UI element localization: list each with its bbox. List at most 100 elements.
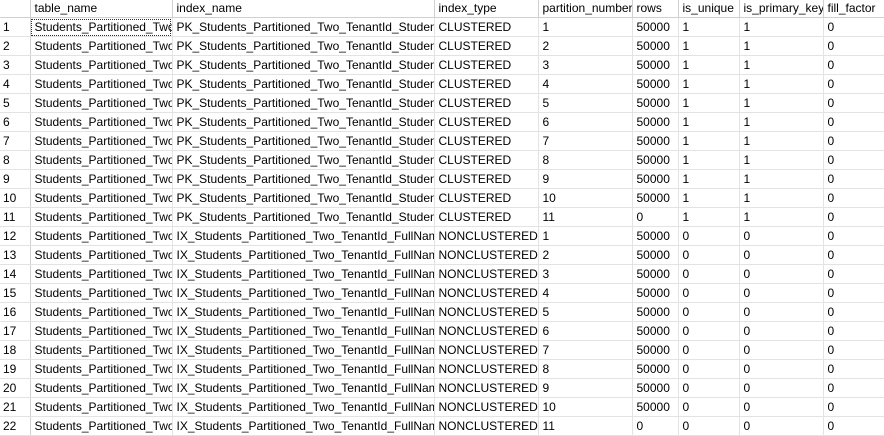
cell-rows[interactable]: 50000 (632, 17, 679, 37)
cell-index-type[interactable]: NONCLUSTERED (434, 245, 539, 265)
row-number-cell[interactable]: 7 (0, 131, 31, 151)
table-row[interactable]: 18 Students_Partitioned_Two IX_Students_Pa… (0, 340, 884, 360)
table-row[interactable]: 13 Students_Partitioned_Two IX_Students_Pa… (0, 245, 884, 265)
cell-is-unique[interactable]: 1 (678, 169, 740, 189)
cell-index-type[interactable]: NONCLUSTERED (434, 226, 539, 246)
row-number-cell[interactable]: 6 (0, 112, 31, 132)
cell-partition-number[interactable]: 10 (538, 397, 633, 417)
cell-rows[interactable]: 50000 (632, 283, 679, 303)
cell-table-name[interactable]: Students_Partitioned_Two (30, 245, 173, 265)
cell-is-primary-key[interactable]: 0 (739, 302, 824, 322)
cell-index-type[interactable]: CLUSTERED (434, 55, 539, 75)
cell-rows[interactable]: 50000 (632, 150, 679, 170)
cell-partition-number[interactable]: 8 (538, 150, 633, 170)
cell-is-primary-key[interactable]: 1 (739, 150, 824, 170)
table-row[interactable]: 7 Students_Partitioned_Two PK_Students_Par… (0, 131, 884, 151)
cell-rows[interactable]: 50000 (632, 226, 679, 246)
cell-index-name[interactable]: PK_Students_Partitioned_Two_TenantId_Stu… (172, 112, 435, 132)
table-row[interactable]: 10 Students_Partitioned_Two PK_Students_Pa… (0, 188, 884, 208)
table-row[interactable]: 21 Students_Partitioned_Two IX_Students_Pa… (0, 397, 884, 417)
cell-is-unique[interactable]: 0 (678, 340, 740, 360)
cell-index-name[interactable]: IX_Students_Partitioned_Two_TenantId_Ful… (172, 226, 435, 246)
cell-is-unique[interactable]: 1 (678, 207, 740, 227)
table-row[interactable]: 15 Students_Partitioned_Two IX_Students_Pa… (0, 283, 884, 303)
column-header-table-name[interactable]: table_name (30, 0, 173, 18)
row-number-cell[interactable]: 19 (0, 359, 31, 379)
row-number-cell[interactable]: 20 (0, 378, 31, 398)
cell-table-name[interactable]: Students_Partitioned_Two (30, 226, 173, 246)
results-grid[interactable]: table_name index_name index_type partiti… (0, 0, 884, 436)
cell-partition-number[interactable]: 3 (538, 55, 633, 75)
cell-index-type[interactable]: CLUSTERED (434, 93, 539, 113)
cell-table-name[interactable]: Students_Partitioned_Two (30, 397, 173, 417)
cell-partition-number[interactable]: 4 (538, 283, 633, 303)
cell-partition-number[interactable]: 10 (538, 188, 633, 208)
cell-is-primary-key[interactable]: 1 (739, 207, 824, 227)
cell-index-name[interactable]: PK_Students_Partitioned_Two_TenantId_Stu… (172, 36, 435, 56)
cell-index-name[interactable]: IX_Students_Partitioned_Two_TenantId_Ful… (172, 245, 435, 265)
cell-is-unique[interactable]: 1 (678, 112, 740, 132)
row-number-cell[interactable]: 5 (0, 93, 31, 113)
table-row[interactable]: 9 Students_Partitioned_Two PK_Students_Par… (0, 169, 884, 189)
cell-index-type[interactable]: NONCLUSTERED (434, 359, 539, 379)
cell-table-name[interactable]: Students_Partitioned_Two (30, 55, 173, 75)
corner-cell[interactable] (0, 0, 31, 18)
cell-index-type[interactable]: NONCLUSTERED (434, 283, 539, 303)
table-row[interactable]: 14 Students_Partitioned_Two IX_Students_Pa… (0, 264, 884, 284)
cell-index-type[interactable]: NONCLUSTERED (434, 302, 539, 322)
cell-index-name[interactable]: PK_Students_Partitioned_Two_TenantId_Stu… (172, 207, 435, 227)
cell-fill-factor[interactable]: 0 (823, 416, 884, 436)
cell-fill-factor[interactable]: 0 (823, 188, 884, 208)
cell-index-name[interactable]: PK_Students_Partitioned_Two_TenantId_Stu… (172, 74, 435, 94)
cell-is-unique[interactable]: 0 (678, 378, 740, 398)
cell-index-type[interactable]: CLUSTERED (434, 131, 539, 151)
cell-index-name[interactable]: PK_Students_Partitioned_Two_TenantId_Stu… (172, 55, 435, 75)
cell-index-name[interactable]: IX_Students_Partitioned_Two_TenantId_Ful… (172, 397, 435, 417)
cell-is-unique[interactable]: 1 (678, 17, 740, 37)
table-row[interactable]: 19 Students_Partitioned_Two IX_Students_Pa… (0, 359, 884, 379)
cell-rows[interactable]: 50000 (632, 55, 679, 75)
cell-table-name[interactable]: Students_Partitioned_Two (30, 207, 173, 227)
cell-index-name[interactable]: PK_Students_Partitioned_Two_TenantId_Stu… (172, 150, 435, 170)
cell-is-unique[interactable]: 0 (678, 321, 740, 341)
cell-is-primary-key[interactable]: 1 (739, 112, 824, 132)
cell-table-name[interactable]: Students_Partitioned_Two (30, 36, 173, 56)
cell-fill-factor[interactable]: 0 (823, 169, 884, 189)
cell-index-type[interactable]: NONCLUSTERED (434, 321, 539, 341)
cell-rows[interactable]: 50000 (632, 397, 679, 417)
cell-table-name[interactable]: Students_Partitioned_Two (30, 416, 173, 436)
cell-partition-number[interactable]: 4 (538, 74, 633, 94)
cell-rows[interactable]: 50000 (632, 359, 679, 379)
cell-table-name[interactable]: Students_Partitioned_Two (30, 321, 173, 341)
cell-index-name[interactable]: PK_Students_Partitioned_Two_TenantId_Stu… (172, 93, 435, 113)
cell-table-name[interactable]: Students_Partitioned_Two (30, 131, 173, 151)
cell-index-name[interactable]: PK_Students_Partitioned_Two_TenantId_Stu… (172, 169, 435, 189)
cell-table-name[interactable]: Students_Partitioned_Two (30, 112, 173, 132)
cell-is-unique[interactable]: 0 (678, 397, 740, 417)
cell-rows[interactable]: 50000 (632, 264, 679, 284)
cell-table-name[interactable]: Students_Partitioned_Two (30, 74, 173, 94)
cell-is-unique[interactable]: 0 (678, 245, 740, 265)
cell-rows[interactable]: 50000 (632, 245, 679, 265)
table-row[interactable]: 17 Students_Partitioned_Two IX_Students_Pa… (0, 321, 884, 341)
cell-is-unique[interactable]: 0 (678, 264, 740, 284)
cell-is-unique[interactable]: 1 (678, 55, 740, 75)
cell-is-unique[interactable]: 1 (678, 150, 740, 170)
cell-is-unique[interactable]: 0 (678, 283, 740, 303)
cell-partition-number[interactable]: 11 (538, 416, 633, 436)
cell-rows[interactable]: 50000 (632, 321, 679, 341)
cell-is-unique[interactable]: 0 (678, 302, 740, 322)
row-number-cell[interactable]: 4 (0, 74, 31, 94)
cell-fill-factor[interactable]: 0 (823, 131, 884, 151)
cell-table-name[interactable]: Students_Partitioned_Two (30, 188, 173, 208)
cell-fill-factor[interactable]: 0 (823, 245, 884, 265)
cell-is-primary-key[interactable]: 1 (739, 93, 824, 113)
cell-fill-factor[interactable]: 0 (823, 93, 884, 113)
cell-fill-factor[interactable]: 0 (823, 150, 884, 170)
cell-fill-factor[interactable]: 0 (823, 112, 884, 132)
cell-is-unique[interactable]: 0 (678, 416, 740, 436)
cell-rows[interactable]: 50000 (632, 131, 679, 151)
cell-is-primary-key[interactable]: 0 (739, 416, 824, 436)
cell-index-name[interactable]: IX_Students_Partitioned_Two_TenantId_Ful… (172, 378, 435, 398)
cell-is-primary-key[interactable]: 0 (739, 359, 824, 379)
